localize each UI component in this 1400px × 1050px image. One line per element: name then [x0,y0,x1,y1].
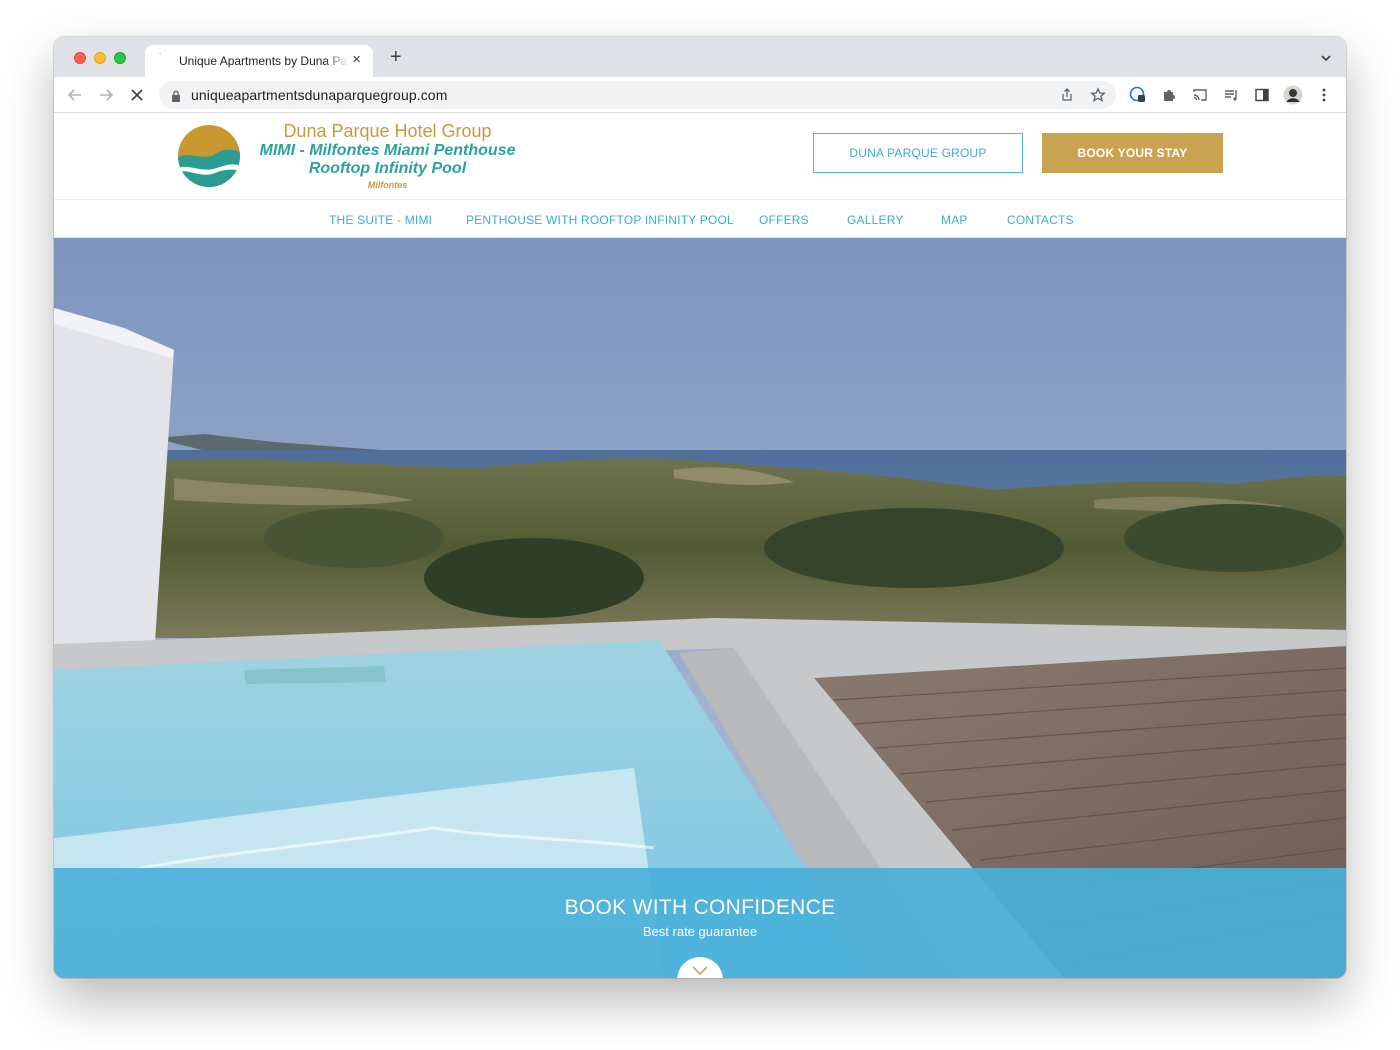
nav-item-offers[interactable]: OFFERS [759,213,809,227]
reading-list-icon[interactable] [1221,85,1241,105]
site-header: Duna Parque Hotel Group MIMI - Milfontes… [54,114,1346,200]
browser-toolbar: uniqueapartmentsdunaparquegroup.com [54,77,1346,113]
share-icon[interactable] [1057,85,1077,105]
tab-active[interactable]: ˙ Unique Apartments by Duna Parque × [145,45,373,77]
main-navigation: THE SUITE - MIMI PENTHOUSE WITH ROOFTOP … [54,200,1346,238]
forward-button[interactable] [94,83,118,107]
scroll-down-button[interactable] [677,957,723,978]
back-button[interactable] [63,83,87,107]
url-text[interactable]: uniqueapartmentsdunaparquegroup.com [191,87,447,103]
minimize-window-button[interactable] [94,52,106,64]
hero-section: BOOK WITH CONFIDENCE Best rate guarantee [54,238,1346,978]
address-bar[interactable]: uniqueapartmentsdunaparquegroup.com [159,81,1116,109]
tab-close-button[interactable]: × [352,52,361,68]
loading-spinner-icon: ˙ [159,52,162,62]
extensions-puzzle-icon[interactable] [1159,85,1179,105]
nav-item-penthouse[interactable]: PENTHOUSE WITH ROOFTOP INFINITY POOL [466,213,734,227]
nav-item-map[interactable]: MAP [941,213,968,227]
duna-parque-group-button[interactable]: DUNA PARQUE GROUP [813,133,1023,173]
maximize-window-button[interactable] [114,52,126,64]
logo-tagline: Rooftop Infinity Pool [308,160,467,177]
profile-avatar[interactable] [1283,85,1303,105]
hero-image-rooftop-pool [54,238,1346,978]
close-window-button[interactable] [74,52,86,64]
new-tab-button[interactable]: + [390,47,402,67]
book-your-stay-button[interactable]: BOOK YOUR STAY [1042,133,1223,173]
tab-strip: ˙ Unique Apartments by Duna Parque × + [54,37,1346,77]
browser-menu-icon[interactable] [1314,85,1334,105]
side-panel-icon[interactable] [1252,85,1272,105]
logo-location: Milfontes [367,180,408,190]
cast-icon[interactable] [1190,85,1210,105]
banner-title: BOOK WITH CONFIDENCE [564,896,836,919]
nav-item-the-suite[interactable]: THE SUITE - MIMI [329,213,432,227]
tab-title: Unique Apartments by Duna Parque [179,54,349,68]
banner-subtitle: Best rate guarantee [642,924,758,939]
stop-loading-button[interactable] [125,83,149,107]
nav-item-gallery[interactable]: GALLERY [847,213,904,227]
logo-property-name: MIMI - Milfontes Miami Penthouse [259,142,516,159]
chevron-down-icon [691,965,709,978]
browser-window: ˙ Unique Apartments by Duna Parque × + u… [54,37,1346,978]
logo-group-name: Duna Parque Hotel Group [283,121,492,141]
nav-item-contacts[interactable]: CONTACTS [1007,213,1074,227]
extension-icon[interactable] [1128,85,1148,105]
web-page: Duna Parque Hotel Group MIMI - Milfontes… [54,114,1346,978]
tab-search-chevron-icon[interactable] [1320,51,1332,63]
logo-text[interactable]: Duna Parque Hotel Group MIMI - Milfontes… [250,121,525,192]
logo-emblem-icon[interactable] [177,123,241,189]
lock-icon[interactable] [171,89,181,102]
bookmark-star-icon[interactable] [1088,85,1108,105]
booking-banner: BOOK WITH CONFIDENCE Best rate guarantee [54,868,1346,978]
